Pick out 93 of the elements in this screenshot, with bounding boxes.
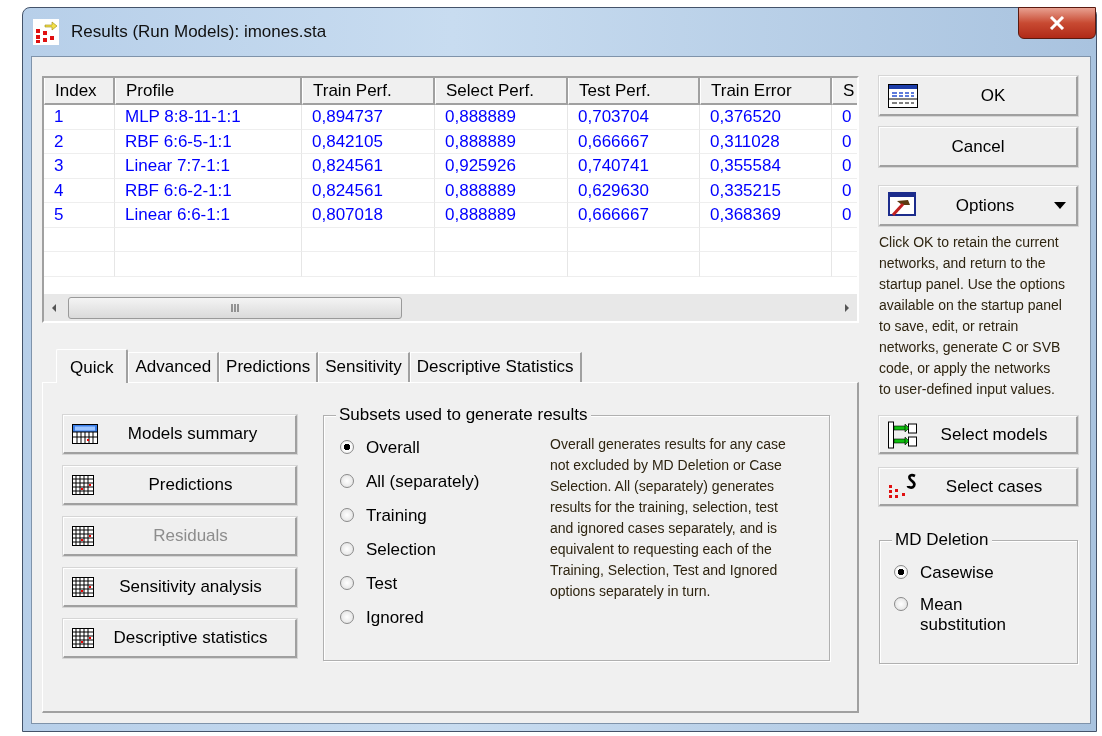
radio-button[interactable]	[340, 440, 354, 454]
table-cell: 0,925926	[435, 154, 568, 179]
grip-icon	[230, 302, 240, 313]
radio-option[interactable]: Casewise	[894, 563, 1064, 583]
radio-option[interactable]: Test	[340, 574, 530, 594]
table-cell: 0	[832, 178, 857, 203]
column-header[interactable]: Test Perf.	[568, 78, 700, 105]
caret-icon	[1054, 202, 1066, 209]
subsets-description: Overall generates results for any case not excluded by MD Deletion or Case Selection. All (separately) generates results for the training, selection, test and ignored cases separately, and is equivalent to requesting each of the Training, Selection, Test and Ignored options separately in turn.	[550, 435, 787, 601]
radio-button[interactable]	[340, 576, 354, 590]
table-cell: 0	[832, 203, 857, 228]
table-cell: 0,894737	[302, 105, 435, 130]
empty-cell	[44, 227, 115, 252]
radio-button[interactable]	[894, 597, 908, 611]
table-cell: 0,824561	[302, 154, 435, 179]
scroll-left-icon[interactable]	[50, 302, 58, 313]
dialog-button[interactable]: Cancel	[879, 127, 1078, 167]
table-cell: 0,335215	[700, 178, 832, 203]
tab[interactable]: Quick	[56, 349, 129, 383]
table-cell: 0,629630	[568, 178, 700, 203]
table-cell: 0,376520	[700, 105, 832, 130]
radio-button[interactable]	[340, 474, 354, 488]
grid-icon	[72, 526, 94, 546]
column-header[interactable]: S	[832, 78, 857, 105]
table-cell: 0,666667	[568, 203, 700, 228]
group-title: Subsets used to generate results	[336, 405, 591, 425]
tab[interactable]: Descriptive Statistics	[409, 352, 582, 382]
grid-icon	[72, 475, 94, 495]
action-button[interactable]: Predictions	[63, 466, 297, 505]
tab[interactable]: Advanced	[128, 352, 220, 382]
radio-option[interactable]: Ignored	[340, 608, 530, 628]
dialog-button[interactable]: OK	[879, 76, 1078, 116]
transfer-icon	[888, 420, 920, 449]
dialog-button[interactable]: Select cases	[879, 468, 1078, 506]
table-cell: 0,807018	[302, 203, 435, 228]
close-button[interactable]	[1018, 7, 1096, 39]
radio-button[interactable]	[340, 542, 354, 556]
table-cell: 0,824561	[302, 178, 435, 203]
table-cell: 0,666667	[568, 129, 700, 154]
table-cell: 0	[832, 129, 857, 154]
table-cell: 3	[44, 154, 115, 179]
horizontal-scrollbar[interactable]	[44, 294, 857, 321]
column-header[interactable]: Index	[44, 78, 115, 105]
tab[interactable]: Sensitivity	[318, 352, 410, 382]
action-button[interactable]: Sensitivity analysis	[63, 568, 297, 607]
summary-table-icon	[72, 424, 98, 444]
table-cell: 0,703704	[568, 105, 700, 130]
table-cell: MLP 8:8-11-1:1	[115, 105, 302, 130]
table-cell: 5	[44, 203, 115, 228]
radio-button[interactable]	[340, 508, 354, 522]
table-cell: RBF 6:6-5-1:1	[115, 129, 302, 154]
table-cell: 2	[44, 129, 115, 154]
window-title: Results (Run Models): imones.sta	[71, 22, 327, 42]
radio-button[interactable]	[340, 610, 354, 624]
dialog-button[interactable]: Options	[879, 186, 1078, 226]
table-cell: 0,355584	[700, 154, 832, 179]
table-cell: 0	[832, 105, 857, 130]
column-header[interactable]: Profile	[115, 78, 302, 105]
table-cell: 4	[44, 178, 115, 203]
table-cell: 0,888889	[435, 203, 568, 228]
radio-option[interactable]: Mean substitution	[894, 595, 1064, 635]
grid-icon	[72, 628, 94, 648]
action-button[interactable]: Models summary	[63, 415, 297, 454]
column-header[interactable]: Train Error	[700, 78, 832, 105]
table-cell: 1	[44, 105, 115, 130]
table-cell: 0,740741	[568, 154, 700, 179]
radio-option[interactable]: Overall	[340, 438, 530, 458]
grid-icon	[72, 577, 94, 597]
table-cell: RBF 6:6-2-1:1	[115, 178, 302, 203]
table-cell: Linear 6:6-1:1	[115, 203, 302, 228]
column-header[interactable]: Train Perf.	[302, 78, 435, 105]
radio-option[interactable]: Training	[340, 506, 530, 526]
radio-option[interactable]: Selection	[340, 540, 530, 560]
radio-button[interactable]	[894, 565, 908, 579]
scroll-right-icon[interactable]	[843, 302, 851, 313]
help-text: Click OK to retain the current networks, and return to the startup panel. Use the options available on the startup panel to save, edit, or retrain networks, generate C or SVB code, or apply the networks to user-defined input values.	[879, 233, 1065, 399]
table-icon	[888, 83, 918, 108]
app-icon	[33, 19, 59, 45]
table-cell: 0,311028	[700, 129, 832, 154]
tab[interactable]: Predictions	[219, 352, 319, 382]
table-cell: 0,888889	[435, 178, 568, 203]
table-cell: Linear 7:7-1:1	[115, 154, 302, 179]
table-cell: 0,368369	[700, 203, 832, 228]
table-cell: 0,842105	[302, 129, 435, 154]
table-cell: 0	[832, 154, 857, 179]
radio-option[interactable]: All (separately)	[340, 472, 530, 492]
close-icon	[1049, 16, 1065, 30]
column-header[interactable]: Select Perf.	[435, 78, 568, 105]
empty-cell	[44, 252, 115, 277]
action-button[interactable]: Descriptive statistics	[63, 619, 297, 658]
table-cell: 0,888889	[435, 105, 568, 130]
table-cell: 0,888889	[435, 129, 568, 154]
dialog-button[interactable]: Select models	[879, 416, 1078, 454]
